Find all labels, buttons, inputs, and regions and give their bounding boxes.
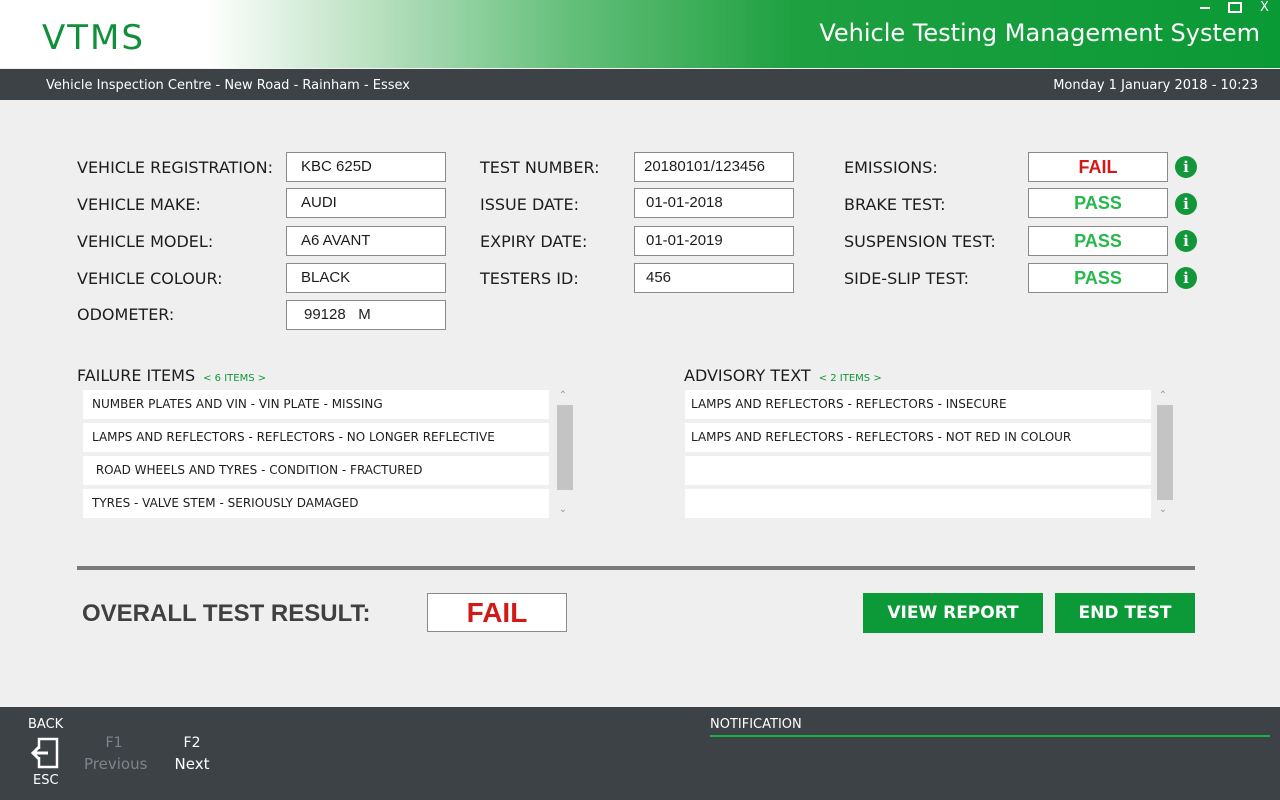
overall-test-result-value: FAIL — [427, 593, 567, 632]
list-item[interactable] — [685, 489, 1151, 518]
list-item[interactable]: NUMBER PLATES AND VIN - VIN PLATE - MISS… — [83, 390, 549, 419]
advisory-text-heading: ADVISORY TEXT < 2 ITEMS > — [684, 366, 882, 385]
odometer-label: ODOMETER: — [77, 305, 175, 324]
back-label: BACK — [28, 717, 64, 732]
expiry-date-label: EXPIRY DATE: — [480, 232, 588, 251]
list-item[interactable]: LAMPS AND REFLECTORS - REFLECTORS - NOT … — [685, 423, 1151, 452]
failure-items-count[interactable]: < 6 ITEMS > — [203, 373, 266, 384]
advisory-text-count[interactable]: < 2 ITEMS > — [819, 373, 882, 384]
vehicle-make-label: VEHICLE MAKE: — [77, 195, 201, 214]
failure-items-heading: FAILURE ITEMS < 6 ITEMS > — [77, 366, 266, 385]
list-item[interactable] — [685, 456, 1151, 485]
footer-bar: BACK ESC F1 Previous F2 Next NOTIFICATIO… — [0, 707, 1280, 800]
side-slip-test-label: SIDE-SLIP TEST: — [844, 269, 970, 288]
scroll-thumb[interactable] — [557, 405, 573, 490]
app-title: Vehicle Testing Management System — [819, 19, 1260, 47]
test-centre-location: Vehicle Inspection Centre - New Road - R… — [46, 78, 410, 93]
view-report-button[interactable]: VIEW REPORT — [863, 593, 1043, 633]
advisory-text-scrollbar[interactable]: ⌃ ⌄ — [1155, 390, 1173, 518]
expiry-date-field[interactable]: 01-01-2019 — [634, 226, 794, 256]
brake-test-label: BRAKE TEST: — [844, 195, 946, 214]
vehicle-colour-label: VEHICLE COLOUR: — [77, 269, 223, 288]
previous-button[interactable]: F1 Previous — [84, 735, 148, 773]
odometer-field[interactable]: 99128 M — [286, 300, 446, 330]
issue-date-field[interactable]: 01-01-2018 — [634, 188, 794, 218]
scroll-up-icon[interactable]: ⌃ — [1155, 390, 1171, 402]
current-datetime: Monday 1 January 2018 - 10:23 — [1053, 78, 1258, 93]
list-item[interactable]: LAMPS AND REFLECTORS - REFLECTORS - NO L… — [83, 423, 549, 452]
side-slip-test-info-icon[interactable]: i — [1175, 267, 1197, 289]
notification-underline — [710, 735, 1270, 737]
suspension-test-label: SUSPENSION TEST: — [844, 232, 996, 251]
failure-items-list: NUMBER PLATES AND VIN - VIN PLATE - MISS… — [83, 390, 573, 518]
scroll-down-icon[interactable]: ⌄ — [1155, 504, 1171, 516]
back-exit-icon[interactable] — [30, 737, 60, 769]
test-number-field[interactable]: 20180101/123456 — [634, 152, 794, 182]
list-item[interactable]: LAMPS AND REFLECTORS - REFLECTORS - INSE… — [685, 390, 1151, 419]
failure-items-title: FAILURE ITEMS — [77, 366, 196, 385]
close-button[interactable]: X — [1260, 0, 1272, 16]
overall-test-result-label: OVERALL TEST RESULT: — [82, 600, 371, 627]
scroll-up-icon[interactable]: ⌃ — [555, 390, 571, 402]
next-label: Next — [174, 755, 210, 773]
location-bar: Vehicle Inspection Centre - New Road - R… — [0, 69, 1280, 100]
scroll-down-icon[interactable]: ⌄ — [555, 504, 571, 516]
vehicle-registration-field[interactable]: KBC 625D — [286, 152, 446, 182]
advisory-text-list: LAMPS AND REFLECTORS - REFLECTORS - INSE… — [685, 390, 1175, 518]
vtms-logo: VTMS — [42, 18, 145, 58]
end-test-button[interactable]: END TEST — [1055, 593, 1195, 633]
next-button[interactable]: F2 Next — [172, 735, 212, 773]
minimize-button[interactable] — [1200, 0, 1214, 16]
f2-key-label: F2 — [183, 735, 201, 751]
maximize-button[interactable] — [1228, 0, 1244, 16]
emissions-label: EMISSIONS: — [844, 158, 938, 177]
app-header: VTMS Vehicle Testing Management System X — [0, 0, 1280, 68]
testers-id-label: TESTERS ID: — [480, 269, 579, 288]
suspension-test-info-icon[interactable]: i — [1175, 230, 1197, 252]
issue-date-label: ISSUE DATE: — [480, 195, 579, 214]
section-divider — [77, 566, 1195, 570]
emissions-info-icon[interactable]: i — [1175, 156, 1197, 178]
scroll-thumb[interactable] — [1157, 405, 1173, 500]
maximize-icon — [1228, 2, 1242, 13]
vehicle-colour-field[interactable]: BLACK — [286, 263, 446, 293]
vehicle-make-field[interactable]: AUDI — [286, 188, 446, 218]
vehicle-model-label: VEHICLE MODEL: — [77, 232, 214, 251]
list-item[interactable]: ROAD WHEELS AND TYRES - CONDITION - FRAC… — [83, 456, 549, 485]
notification-heading: NOTIFICATION — [710, 717, 802, 732]
minimize-icon — [1200, 7, 1210, 9]
testers-id-field[interactable]: 456 — [634, 263, 794, 293]
esc-key-label: ESC — [33, 773, 59, 788]
vehicle-registration-label: VEHICLE REGISTRATION: — [77, 158, 273, 177]
side-slip-test-result: PASS — [1028, 263, 1168, 293]
emissions-result: FAIL — [1028, 152, 1168, 182]
list-item[interactable]: TYRES - VALVE STEM - SERIOUSLY DAMAGED — [83, 489, 549, 518]
advisory-text-title: ADVISORY TEXT — [684, 366, 811, 385]
failure-items-scrollbar[interactable]: ⌃ ⌄ — [555, 390, 573, 518]
test-number-label: TEST NUMBER: — [480, 158, 600, 177]
vehicle-model-field[interactable]: A6 AVANT — [286, 226, 446, 256]
brake-test-result: PASS — [1028, 188, 1168, 218]
brake-test-info-icon[interactable]: i — [1175, 193, 1197, 215]
previous-label: Previous — [84, 755, 148, 773]
f1-key-label: F1 — [105, 735, 123, 751]
suspension-test-result: PASS — [1028, 226, 1168, 256]
